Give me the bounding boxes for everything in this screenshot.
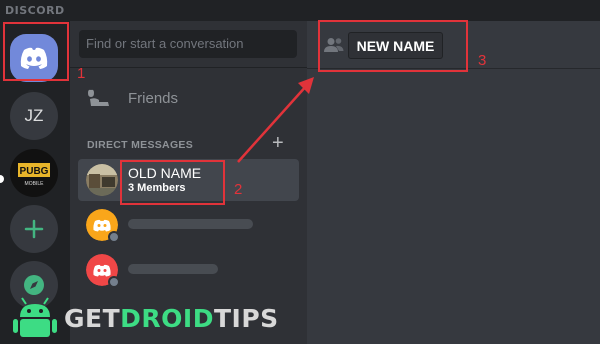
pubg-logo-icon: PUBG MOBILE [10, 149, 58, 197]
dm-item-name-blurred [128, 264, 218, 274]
annotation-box-3 [318, 20, 468, 72]
annotation-number-3: 3 [478, 52, 487, 69]
dm-item-user[interactable] [78, 204, 299, 246]
friends-nav-item[interactable]: Friends [88, 85, 178, 111]
group-avatar [86, 164, 118, 196]
server-jz-label: JZ [24, 106, 44, 125]
server-jz-button[interactable]: JZ [10, 92, 58, 140]
friends-icon [88, 89, 109, 106]
annotation-box-1 [3, 22, 69, 81]
annotation-box-2 [120, 160, 225, 205]
status-offline-icon [108, 276, 120, 288]
pubg-logo-subtext: MOBILE [25, 181, 45, 187]
watermark-part-get: GET [64, 304, 121, 333]
status-offline-icon [108, 231, 120, 243]
watermark: GETDROIDTIPS [0, 290, 300, 344]
android-robot-icon [13, 297, 57, 337]
search-input[interactable]: Find or start a conversation [79, 30, 297, 58]
watermark-text: GETDROIDTIPS [64, 304, 279, 333]
annotation-number-1: 1 [77, 65, 86, 82]
dm-item-name-blurred [128, 219, 253, 229]
app-title: DISCORD [5, 4, 65, 17]
server-pubg-button[interactable]: PUBG MOBILE [10, 149, 58, 197]
divider [70, 67, 307, 68]
dm-header: DIRECT MESSAGES [87, 139, 194, 151]
add-server-button[interactable] [10, 205, 58, 253]
watermark-part-tips: TIPS [213, 304, 279, 333]
friends-label: Friends [128, 89, 179, 107]
pubg-logo-text: PUBG [20, 166, 49, 177]
annotation-number-2: 2 [234, 181, 243, 198]
unread-indicator [0, 175, 4, 183]
annotation-arrow [237, 77, 314, 163]
dm-item-user[interactable] [78, 249, 299, 291]
watermark-part-droid: DROID [120, 304, 214, 333]
title-bar: DISCORD [0, 0, 600, 21]
plus-icon [24, 219, 44, 239]
